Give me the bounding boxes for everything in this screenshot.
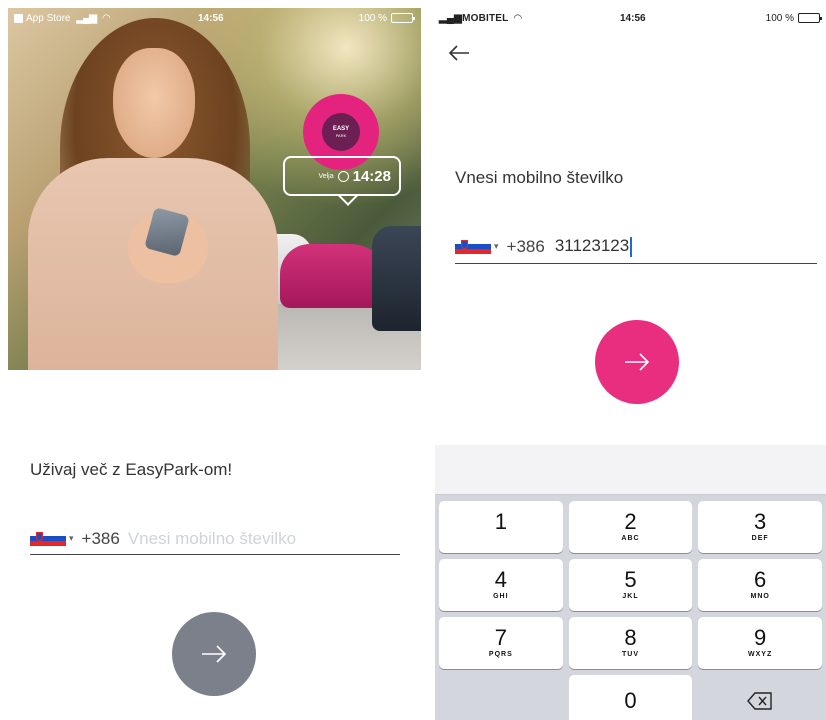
wifi-icon: ◠ [513,12,523,24]
phone-value: 31123123 [554,236,630,256]
key-4[interactable]: 4 GHI [439,559,563,611]
phone-input[interactable] [127,528,368,549]
next-button[interactable] [172,612,256,696]
phone-input[interactable]: 31123123 [555,236,632,257]
phone-field[interactable]: ▾ +386 31123123 [455,230,817,264]
easypark-logo: EASY PARK [322,113,360,151]
back-to-app-link[interactable]: App Store [14,13,70,24]
status-bar: App Store ▂▄▆ ◠ 14:56 100 % [8,8,421,28]
key-3[interactable]: 3 DEF [698,501,822,553]
hero-car-dark [372,226,421,331]
arrow-right-icon [625,353,650,371]
key-8[interactable]: 8 TUV [568,617,693,669]
back-app-icon [14,13,23,23]
welcome-title: Uživaj več z EasyPark-om! [30,460,233,479]
badge-line2: PARK [335,132,347,138]
arrow-right-icon [202,645,227,663]
country-code: +386 [81,528,120,548]
slovenia-flag-icon[interactable] [455,238,491,255]
phone-title: Vnesi mobilno številko [455,168,624,187]
keypad-grid: 1 2 ABC 3 DEF 4 GHI 5 JKL 6 MNO 7 PQRS 8 TUV 9W… [439,501,822,720]
country-code: +386 [506,236,545,256]
key-0[interactable]: 0 [568,675,693,720]
clock-icon [337,170,349,182]
wifi-icon: ◠ [101,12,111,24]
key-6[interactable]: 6 MNO [698,559,822,611]
key-9[interactable]: 9 WXYZ [698,617,822,669]
battery-status: 100 % [358,12,415,24]
arrow-left-icon [448,45,469,61]
key-2[interactable]: 2 ABC [568,501,693,553]
battery-icon [391,13,415,23]
key-5[interactable]: 5 JKL [568,559,693,611]
back-app-label: App Store [26,12,71,24]
signal-icon: ▂▄▆ [439,12,463,24]
phone-field: ▾ +386 [30,523,400,555]
slovenia-flag-icon[interactable] [30,530,66,547]
delete-key[interactable] [698,675,822,720]
bubble-time: 14:28 [352,167,391,185]
backspace-icon [747,692,772,710]
battery-status: 100 % [765,12,822,24]
key-empty [439,675,563,720]
hero-woman-face [113,48,195,158]
text-cursor [630,236,632,257]
battery-percent: 100 % [358,12,387,24]
status-bar: ▂▄▆ MOBITEL ◠ 14:56 100 % [435,8,826,28]
status-time: 14:56 [198,12,224,24]
signal-icon: ▂▄▆ [76,12,96,24]
badge-line1: EASY [332,125,350,132]
battery-percent: 100 % [765,12,794,24]
left-screen: EASY PARK Velja 14:28 App Store ▂▄▆ ◠ 14… [8,8,421,720]
caret-down-icon[interactable]: ▾ [494,241,499,252]
caret-down-icon[interactable]: ▾ [69,533,74,544]
bubble-label: Velja [318,172,334,180]
key-1[interactable]: 1 [439,501,563,553]
numeric-keypad: 1 2 ABC 3 DEF 4 GHI 5 JKL 6 MNO 7 PQRS 8 TUV 9W… [435,445,826,720]
status-time: 14:56 [620,12,646,24]
battery-icon [798,13,822,23]
right-screen: ▂▄▆ MOBITEL ◠ 14:56 100 % Vnesi mobilno … [435,8,826,720]
key-7[interactable]: 7 PQRS [439,617,563,669]
carrier-name: MOBITEL [462,12,509,24]
hero-image: EASY PARK Velja 14:28 App Store ▂▄▆ ◠ 14… [8,8,421,370]
keypad-toolbar [435,445,826,495]
back-button[interactable] [447,40,477,66]
next-button[interactable] [595,320,679,404]
parking-time-bubble: Velja 14:28 [283,156,401,196]
